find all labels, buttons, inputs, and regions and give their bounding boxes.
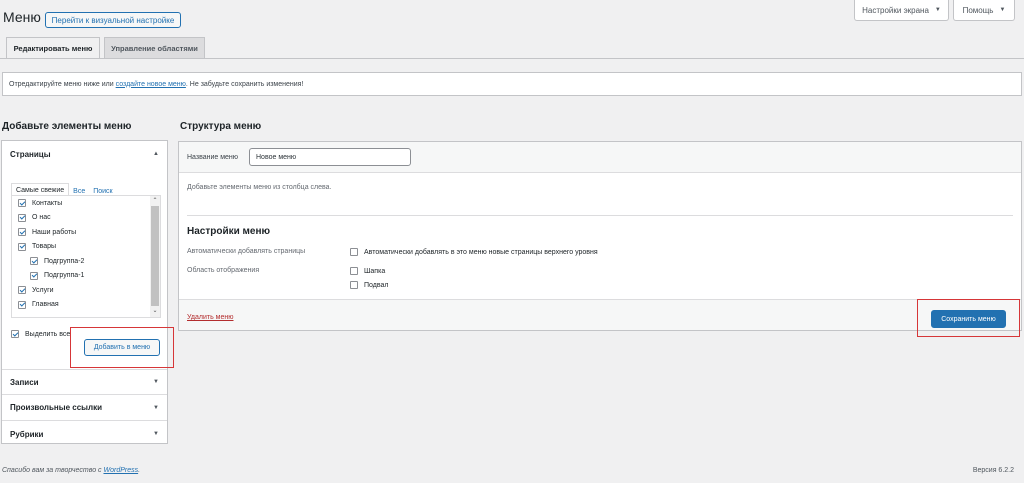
- tabs-divider: [0, 58, 1024, 59]
- scroll-thumb[interactable]: [151, 206, 159, 306]
- divider: [187, 215, 1013, 216]
- collapse-arrow-icon: ▲: [153, 151, 159, 157]
- auto-add-checkbox[interactable]: [350, 248, 358, 256]
- page-item-checkbox[interactable]: [30, 271, 38, 280]
- expand-arrow-icon: ▼: [153, 431, 159, 437]
- select-all-checkbox[interactable]: [11, 330, 19, 339]
- display-location-label: Область отображения: [187, 267, 260, 274]
- menu-settings-heading: Настройки меню: [187, 226, 271, 237]
- location-header-checkbox[interactable]: [350, 267, 358, 275]
- page-item-checkbox[interactable]: [18, 300, 26, 309]
- auto-add-option-label: Автоматически добавлять в это меню новые…: [364, 248, 598, 256]
- screen-options-button[interactable]: Настройки экрана ▼: [854, 0, 949, 21]
- pages-section-title: Страницы: [10, 149, 51, 159]
- page-item-checkbox[interactable]: [18, 286, 26, 295]
- page-item-checkbox[interactable]: [30, 257, 38, 266]
- pages-section-header[interactable]: Страницы ▲: [2, 141, 167, 167]
- menu-structure-panel: Название меню Новое меню Добавьте элемен…: [178, 141, 1022, 331]
- location-footer-label: Подвал: [364, 281, 389, 289]
- tab-edit-menus[interactable]: Редактировать меню: [6, 37, 100, 58]
- menu-items-accordion: Страницы ▲ Самые свежие Все Поиск Контак…: [1, 140, 168, 444]
- highlight-box-add: [70, 327, 174, 368]
- wordpress-link[interactable]: WordPress: [103, 467, 138, 474]
- menu-structure-heading: Структура меню: [180, 121, 262, 132]
- page-checklist-item[interactable]: Подгруппа-1: [18, 269, 84, 284]
- location-footer-checkbox[interactable]: [350, 281, 358, 289]
- help-button[interactable]: Помощь ▼: [953, 0, 1015, 21]
- footer-version: Версия 6.2.2: [972, 467, 1014, 474]
- section-posts-title: Записи: [10, 377, 39, 387]
- page-checklist-item[interactable]: О нас: [18, 211, 84, 226]
- highlight-box-save: [917, 299, 1020, 337]
- page-checklist-item[interactable]: Контакты: [18, 196, 84, 211]
- tab-manage-locations[interactable]: Управление областями: [104, 37, 205, 58]
- page-item-label: Главная: [32, 301, 59, 309]
- location-footer-option[interactable]: Подвал: [350, 281, 388, 289]
- footer-thanks: Спасибо вам за творчество с WordPress.: [2, 467, 140, 474]
- page-item-checkbox[interactable]: [18, 199, 26, 208]
- live-preview-button[interactable]: Перейти к визуальной настройке: [45, 12, 181, 28]
- page-item-label: О нас: [32, 214, 51, 222]
- page-checklist-item[interactable]: Товары: [18, 240, 84, 255]
- scrollbar[interactable]: ⌃ ⌄: [150, 196, 160, 317]
- page-item-checkbox[interactable]: [18, 213, 26, 222]
- section-posts[interactable]: Записи ▼: [2, 369, 167, 395]
- pages-checklist: Контакты О нас Наши работы Товары Подгруппа-…: [11, 195, 161, 318]
- help-label: Помощь: [962, 5, 994, 15]
- section-categories-title: Рубрики: [10, 429, 44, 439]
- notice-text-before: Отредактируйте меню ниже или: [9, 80, 114, 88]
- section-custom-links-title: Произвольные ссылки: [10, 403, 102, 412]
- notice-message: Отредактируйте меню ниже или создайте но…: [2, 72, 1022, 96]
- page-item-label: Подгруппа-1: [44, 272, 85, 280]
- page-title: Меню: [3, 9, 41, 25]
- section-custom-links[interactable]: Произвольные ссылки ▼: [2, 395, 167, 421]
- screen-options-label: Настройки экрана: [862, 5, 929, 15]
- page-item-label: Наши работы: [32, 228, 77, 236]
- caret-down-icon: ▼: [999, 7, 1006, 13]
- auto-add-option[interactable]: Автоматически добавлять в это меню новые…: [350, 248, 598, 256]
- page-checklist-item[interactable]: Услуги: [18, 283, 84, 298]
- delete-menu-link[interactable]: Удалить меню: [187, 314, 234, 321]
- page-item-label: Подгруппа-2: [44, 257, 85, 265]
- page-item-checkbox[interactable]: [18, 242, 26, 251]
- add-menu-items-heading: Добавьте элементы меню: [2, 121, 132, 132]
- notice-text-after: . Не забудьте сохранить изменения!: [185, 80, 304, 88]
- location-header-option[interactable]: Шапка: [350, 267, 385, 275]
- expand-arrow-icon: ▼: [153, 404, 159, 411]
- page-checklist-item[interactable]: Главная: [18, 298, 84, 313]
- page-item-label: Товары: [32, 243, 57, 251]
- page-item-label: Услуги: [32, 286, 54, 294]
- select-all-label: Выделить все: [25, 330, 71, 338]
- caret-down-icon: ▼: [934, 7, 941, 13]
- expand-arrow-icon: ▼: [153, 379, 159, 385]
- instructions-text: Добавьте элементы меню из столбца слева.: [187, 184, 332, 191]
- menu-name-input[interactable]: Новое меню: [249, 148, 411, 166]
- create-new-menu-link[interactable]: создайте новое меню: [116, 81, 186, 88]
- location-header-label: Шапка: [364, 267, 386, 275]
- scroll-down-icon[interactable]: ⌄: [150, 306, 160, 316]
- section-categories[interactable]: Рубрики ▼: [2, 421, 167, 447]
- scroll-up-icon[interactable]: ⌃: [150, 196, 160, 206]
- select-all-row[interactable]: Выделить все: [11, 327, 70, 342]
- panel-footer: [179, 299, 1021, 330]
- menu-name-label: Название меню: [187, 154, 239, 161]
- footer-thanks-text: Спасибо вам за творчество с: [2, 467, 102, 474]
- page-item-label: Контакты: [32, 199, 63, 207]
- auto-add-label: Автоматически добавлять страницы: [187, 248, 306, 255]
- page-checklist-item[interactable]: Наши работы: [18, 225, 84, 240]
- footer-thanks-end: .: [138, 467, 141, 474]
- page-checklist-item[interactable]: Подгруппа-2: [18, 254, 84, 269]
- page-item-checkbox[interactable]: [18, 228, 26, 237]
